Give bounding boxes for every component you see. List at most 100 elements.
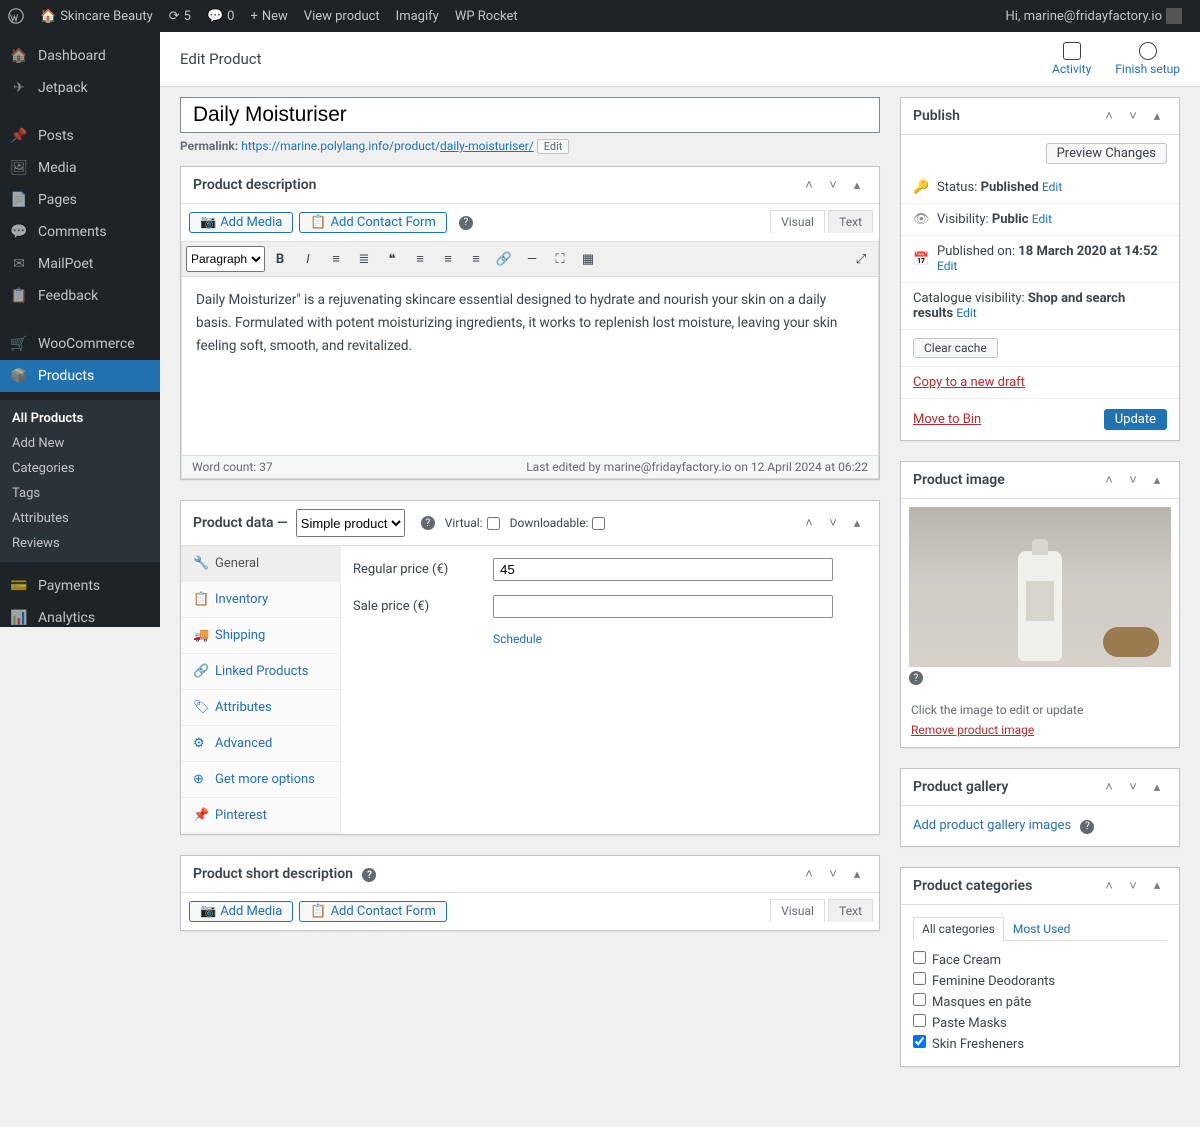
edit-status-link[interactable]: Edit [1042,180,1062,194]
update-button[interactable]: Update [1104,409,1167,430]
copy-draft-link[interactable]: Copy to a new draft [913,375,1025,390]
move-up-button[interactable]: ˄ [799,864,819,884]
menu-comments[interactable]: 💬Comments [0,216,160,248]
submenu-reviews[interactable]: Reviews [0,531,160,556]
product-type-select[interactable]: Simple product [296,509,405,537]
submenu-attributes[interactable]: Attributes [0,506,160,531]
comments-count[interactable]: 💬0 [199,0,243,32]
menu-woocommerce[interactable]: 🛒WooCommerce [0,328,160,360]
align-right-button[interactable]: ≡ [463,246,489,272]
category-checkbox[interactable] [913,1014,926,1027]
category-item[interactable]: Skin Fresheners [913,1033,1167,1054]
category-item[interactable]: Paste Masks [913,1012,1167,1033]
menu-posts[interactable]: 📌Posts [0,120,160,152]
bold-button[interactable]: B [267,246,293,272]
format-select[interactable]: Paragraph [186,246,265,272]
updates[interactable]: ⟳5 [161,0,199,32]
virtual-checkbox[interactable] [487,517,500,530]
toggle-button[interactable]: ▴ [1147,106,1167,126]
move-down-button[interactable]: ˅ [1123,106,1143,126]
tab-shipping[interactable]: 🚚Shipping [181,618,340,654]
product-title-input[interactable] [180,97,880,133]
category-item[interactable]: Face Cream [913,949,1167,970]
move-up-button[interactable]: ˄ [1099,777,1119,797]
move-up-button[interactable]: ˄ [1099,470,1119,490]
menu-dashboard[interactable]: 🏠Dashboard [0,40,160,72]
help-icon[interactable]: ? [909,671,923,685]
edit-catalogue-link[interactable]: Edit [956,306,976,320]
add-media-button[interactable]: 📷Add Media [189,901,293,922]
text-tab[interactable]: Text [828,899,873,922]
category-item[interactable]: Masques en pâte [913,991,1167,1012]
menu-media[interactable]: 🖼Media [0,152,160,184]
move-down-button[interactable]: ˅ [823,864,843,884]
submenu-tags[interactable]: Tags [0,481,160,506]
edit-date-link[interactable]: Edit [937,259,957,273]
tab-linked-products[interactable]: 🔗Linked Products [181,654,340,690]
tab-inventory[interactable]: 📋Inventory [181,582,340,618]
fullscreen-button[interactable]: ⛶ [547,246,573,272]
toggle-button[interactable]: ▴ [847,513,867,533]
schedule-link[interactable]: Schedule [493,632,542,646]
link-button[interactable]: 🔗 [491,246,517,272]
menu-analytics[interactable]: 📊Analytics [0,602,160,627]
menu-pages[interactable]: 📄Pages [0,184,160,216]
expand-button[interactable]: ⤢ [848,246,874,272]
edit-visibility-link[interactable]: Edit [1032,212,1052,226]
menu-payments[interactable]: 💳Payments [0,570,160,602]
help-icon[interactable]: ? [362,868,376,882]
most-used-tab[interactable]: Most Used [1004,917,1080,940]
view-product[interactable]: View product [296,0,388,32]
move-down-button[interactable]: ˅ [1123,470,1143,490]
help-icon[interactable]: ? [421,516,435,530]
category-checkbox[interactable] [913,993,926,1006]
remove-image-link[interactable]: Remove product image [901,723,1179,747]
help-icon[interactable]: ? [459,216,473,230]
submenu-all-products[interactable]: All Products [0,406,160,431]
quote-button[interactable]: ❝ [379,246,405,272]
tab-advanced[interactable]: ⚙Advanced [181,726,340,762]
add-gallery-link[interactable]: Add product gallery images [913,818,1071,833]
numbered-list-button[interactable]: ≣ [351,246,377,272]
activity-button[interactable]: Activity [1052,42,1091,76]
toggle-button[interactable]: ▴ [847,864,867,884]
insert-more-button[interactable]: — [519,246,545,272]
my-account[interactable]: Hi, marine@fridayfactory.io [997,0,1190,32]
help-icon[interactable]: ? [1080,820,1094,834]
toolbar-toggle-button[interactable]: ▦ [575,246,601,272]
wp-rocket-menu[interactable]: WP Rocket [447,0,526,32]
move-up-button[interactable]: ˄ [1099,876,1119,896]
toggle-button[interactable]: ▴ [1147,777,1167,797]
new-content[interactable]: +New [242,0,295,32]
move-up-button[interactable]: ˄ [799,175,819,195]
submenu-categories[interactable]: Categories [0,456,160,481]
align-left-button[interactable]: ≡ [407,246,433,272]
tab-get-more[interactable]: ⊕Get more options [181,762,340,798]
add-contact-form-button[interactable]: 📋Add Contact Form [299,212,447,233]
visual-tab[interactable]: Visual [770,210,825,233]
site-name[interactable]: 🏠Skincare Beauty [32,0,161,32]
move-down-button[interactable]: ˅ [823,175,843,195]
clear-cache-button[interactable]: Clear cache [913,338,998,358]
category-checkbox[interactable] [913,972,926,985]
menu-products[interactable]: 📦Products [0,360,160,392]
category-checkbox[interactable] [913,951,926,964]
preview-changes-button[interactable]: Preview Changes [1046,143,1167,164]
italic-button[interactable]: I [295,246,321,272]
visual-tab[interactable]: Visual [770,899,825,922]
toggle-button[interactable]: ▴ [847,175,867,195]
edit-slug-button[interactable]: Edit [537,139,570,154]
add-contact-form-button[interactable]: 📋Add Contact Form [299,901,447,922]
menu-jetpack[interactable]: ✈Jetpack [0,72,160,104]
permalink-link[interactable]: https://marine.polylang.info/product/dai… [241,139,534,153]
submenu-add-new[interactable]: Add New [0,431,160,456]
move-up-button[interactable]: ˄ [799,513,819,533]
toggle-button[interactable]: ▴ [1147,876,1167,896]
finish-setup-button[interactable]: Finish setup [1115,42,1180,76]
move-to-bin-link[interactable]: Move to Bin [913,412,981,427]
tab-pinterest[interactable]: 📌Pinterest [181,798,340,834]
regular-price-input[interactable] [493,558,833,581]
category-checkbox[interactable] [913,1035,926,1048]
imagify-menu[interactable]: Imagify [388,0,447,32]
text-tab[interactable]: Text [828,210,873,233]
